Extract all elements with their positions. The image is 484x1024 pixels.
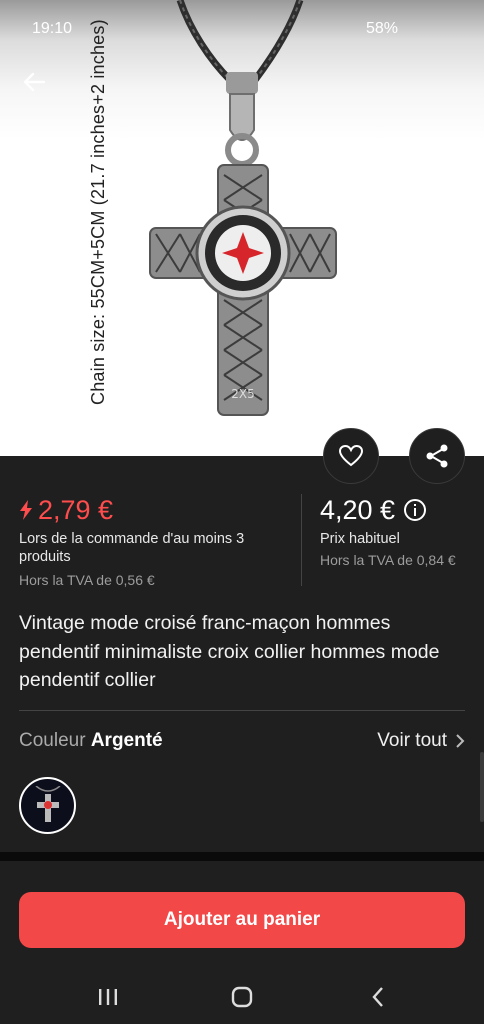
- recents-icon[interactable]: [97, 988, 119, 1006]
- section-separator: [0, 852, 484, 861]
- share-button[interactable]: [409, 428, 465, 484]
- color-value: Argenté: [90, 730, 163, 751]
- deal-vat: Hors la TVA de 0,56 €: [19, 572, 155, 588]
- status-bar: 19:10 58%: [0, 0, 484, 60]
- see-all-label: Voir tout: [377, 730, 447, 751]
- swatch-thumbnail: [35, 785, 60, 822]
- product-title: Vintage mode croisé franc-maçon hommes p…: [19, 612, 440, 691]
- price-section: 2,79 € Lors de la commande d'au moins 3 …: [0, 490, 484, 590]
- info-icon[interactable]: [403, 498, 427, 522]
- wishlist-button[interactable]: [323, 428, 379, 484]
- deal-price-block: 2,79 € Lors de la commande d'au moins 3 …: [19, 490, 289, 589]
- add-to-cart-button[interactable]: Ajouter au panier: [19, 892, 465, 948]
- system-nav-bar: [0, 970, 484, 1024]
- deal-price: 2,79 €: [38, 495, 114, 525]
- color-selector-row[interactable]: Couleur Argenté Voir tout: [19, 730, 465, 758]
- color-swatch-silver[interactable]: [19, 777, 76, 834]
- see-all-link[interactable]: Voir tout: [377, 730, 465, 752]
- chevron-right-icon: [456, 734, 465, 748]
- back-nav-icon[interactable]: [370, 986, 386, 1008]
- deal-condition: Lors de la commande d'au moins 3 produit…: [19, 531, 245, 565]
- price-divider: [301, 494, 302, 586]
- regular-price-label: Prix habituel: [320, 531, 400, 547]
- regular-price: 4,20 €: [320, 495, 396, 525]
- product-image[interactable]: 2X5 19:10 58% Chain size: 55CM+5CM (21.7…: [0, 0, 484, 456]
- share-icon: [426, 444, 448, 468]
- chain-size-label: Chain size: 55CM+5CM (21.7 inches+2 inch…: [88, 19, 108, 405]
- regular-vat: Hors la TVA de 0,84 €: [320, 552, 456, 568]
- status-time: 19:10: [32, 20, 73, 37]
- regular-price-block: 4,20 € Prix habituel Hors la TVA de 0,84…: [320, 490, 480, 569]
- lightning-icon: [20, 500, 32, 520]
- heart-icon: [338, 444, 364, 467]
- divider: [19, 710, 465, 711]
- home-icon[interactable]: [231, 986, 253, 1008]
- back-arrow-icon[interactable]: [20, 68, 48, 96]
- cross-pendant-image: 2X5: [149, 0, 337, 416]
- engraving-text: 2X5: [231, 387, 255, 401]
- color-label: Couleur: [19, 730, 86, 751]
- battery-percent: 58%: [365, 20, 398, 37]
- scroll-indicator: [480, 752, 484, 822]
